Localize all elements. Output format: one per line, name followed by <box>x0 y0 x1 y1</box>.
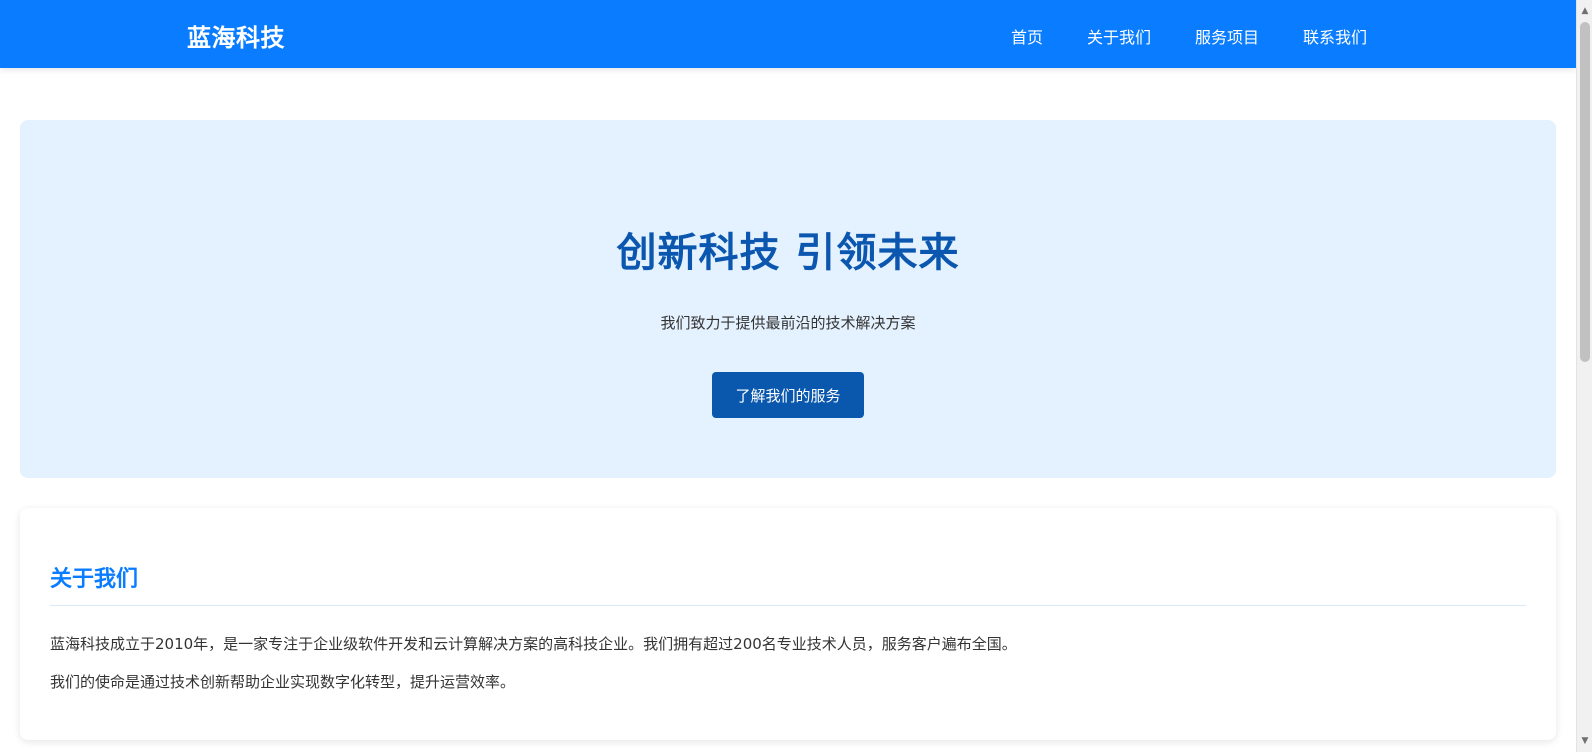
vertical-scrollbar[interactable]: ▲ ▼ <box>1576 0 1592 752</box>
nav-item-about[interactable]: 关于我们 <box>1087 24 1151 48</box>
learn-services-button[interactable]: 了解我们的服务 <box>712 372 864 418</box>
main-nav: 首页 关于我们 服务项目 联系我们 <box>967 24 1367 48</box>
scroll-down-arrow-icon[interactable]: ▼ <box>1577 733 1592 749</box>
hero-section: 创新科技 引领未来 我们致力于提供最前沿的技术解决方案 了解我们的服务 <box>20 120 1556 478</box>
brand-logo-text[interactable]: 蓝海科技 <box>187 18 285 53</box>
hero-title: 创新科技 引领未来 <box>616 230 960 276</box>
about-paragraph-1: 蓝海科技成立于2010年，是一家专注于企业级软件开发和云计算解决方案的高科技企业… <box>50 635 1017 653</box>
about-paragraph-2: 我们的使命是通过技术创新帮助企业实现数字化转型，提升运营效率。 <box>50 673 516 691</box>
site-header: 蓝海科技 首页 关于我们 服务项目 联系我们 <box>0 0 1576 68</box>
nav-item-contact[interactable]: 联系我们 <box>1303 24 1367 48</box>
about-divider <box>50 605 1526 606</box>
about-title: 关于我们 <box>50 567 139 592</box>
nav-item-services[interactable]: 服务项目 <box>1195 24 1259 48</box>
nav-item-home[interactable]: 首页 <box>1011 24 1043 48</box>
hero-subtitle: 我们致力于提供最前沿的技术解决方案 <box>660 314 916 332</box>
scrollbar-thumb[interactable] <box>1580 22 1590 362</box>
page-viewport: 蓝海科技 首页 关于我们 服务项目 联系我们 创新科技 引领未来 我们致力于提供… <box>0 0 1576 752</box>
browser-page: 蓝海科技 首页 关于我们 服务项目 联系我们 创新科技 引领未来 我们致力于提供… <box>0 0 1592 752</box>
about-section: 关于我们 蓝海科技成立于2010年，是一家专注于企业级软件开发和云计算解决方案的… <box>20 508 1556 740</box>
scroll-up-arrow-icon[interactable]: ▲ <box>1577 3 1592 19</box>
